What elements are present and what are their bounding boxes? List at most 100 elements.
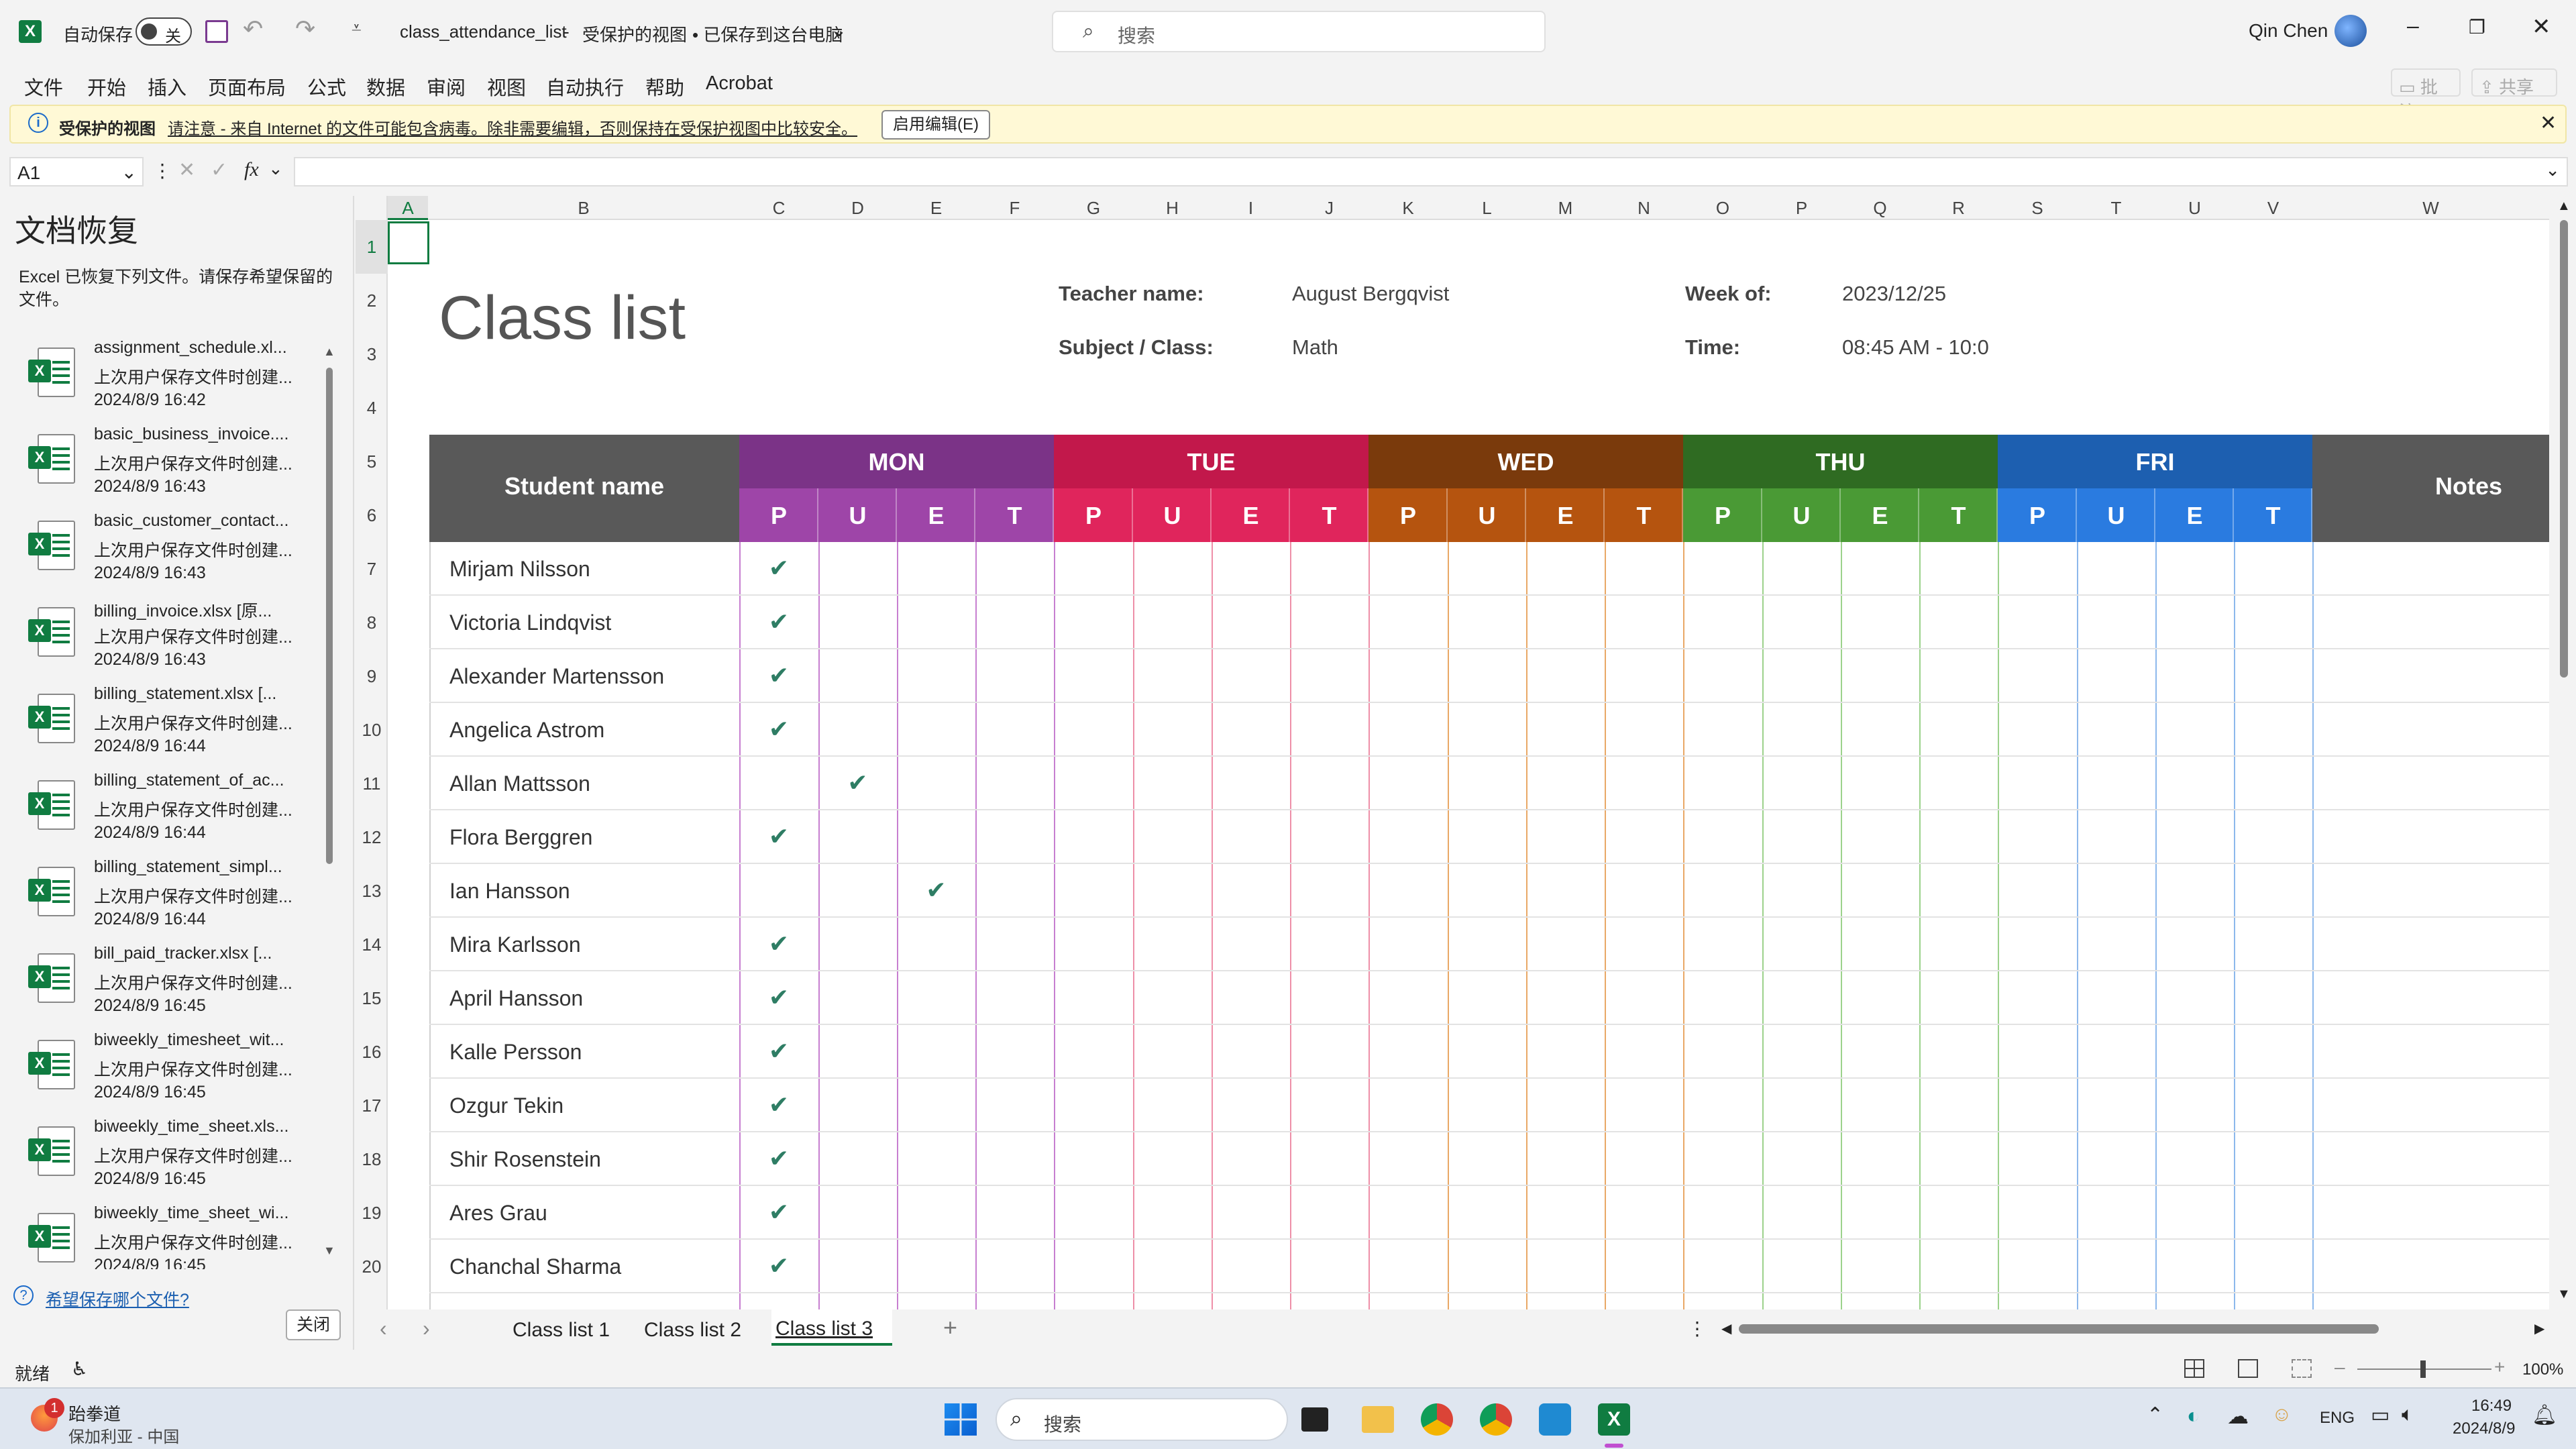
zoom-out-icon[interactable]: – — [2334, 1356, 2345, 1378]
attendance-check[interactable]: ✔ — [897, 876, 975, 904]
row-header[interactable]: 7 — [356, 542, 388, 596]
column-header[interactable]: B — [428, 196, 739, 220]
recovered-file-item[interactable]: Xbilling_statement.xlsx [... 上次用户保存文件时创建.… — [0, 684, 322, 770]
column-header[interactable]: J — [1290, 196, 1368, 220]
row-header[interactable]: 8 — [356, 596, 388, 649]
column-header[interactable]: A — [388, 196, 428, 220]
expand-formula-icon[interactable]: ⌄ — [2545, 160, 2560, 180]
row-header[interactable]: 9 — [356, 649, 388, 703]
menu-acrobat[interactable]: Acrobat — [706, 72, 773, 95]
chrome-icon[interactable] — [1421, 1403, 1453, 1436]
recovered-file-item[interactable]: Xbilling_invoice.xlsx [原... 上次用户保存文件时创建..… — [0, 598, 322, 684]
row-header[interactable]: 20 — [356, 1240, 388, 1293]
zoom-slider[interactable] — [2357, 1360, 2491, 1378]
notification-bell-icon[interactable]: 🔔︎ — [2532, 1403, 2557, 1427]
column-header[interactable]: O — [1683, 196, 1762, 220]
student-name[interactable]: Flora Berggren — [449, 825, 592, 850]
pane-scrollbar[interactable]: ▲ ▼ — [323, 345, 335, 1276]
student-name[interactable]: Allan Mattsson — [449, 771, 590, 796]
zoom-level[interactable]: 100% — [2522, 1360, 2563, 1379]
row-header[interactable]: 12 — [356, 810, 388, 864]
zoom-in-icon[interactable]: + — [2494, 1356, 2505, 1378]
row-header[interactable]: 18 — [356, 1132, 388, 1186]
redo-icon[interactable]: ↷ — [295, 15, 315, 43]
column-header[interactable]: K — [1368, 196, 1448, 220]
sheet-tab-1[interactable]: Class list 1 — [513, 1319, 610, 1342]
recovered-file-item[interactable]: Xassignment_schedule.xl... 上次用户保存文件时创建...… — [0, 338, 322, 424]
add-sheet-icon[interactable]: + — [943, 1313, 957, 1342]
column-header[interactable]: C — [739, 196, 818, 220]
recovered-file-item[interactable]: Xbiweekly_timesheet_wit... 上次用户保存文件时创建...… — [0, 1030, 322, 1116]
prev-sheet-icon[interactable]: ‹ — [380, 1316, 387, 1341]
task-view-icon[interactable] — [1301, 1407, 1328, 1432]
weather-widget[interactable]: 1 跆拳道 保加利亚 - 中国 — [24, 1398, 212, 1446]
tab-options-icon[interactable]: ⋮ — [1688, 1318, 1707, 1340]
close-icon[interactable]: ✕ — [2532, 13, 2551, 40]
recovered-file-item[interactable]: Xbiweekly_time_sheet.xls... 上次用户保存文件时创建..… — [0, 1117, 322, 1203]
avatar[interactable] — [2334, 15, 2367, 47]
student-name[interactable]: Ares Grau — [449, 1201, 547, 1226]
name-box[interactable]: A1 ⌄ — [9, 157, 144, 186]
attendance-check[interactable]: ✔ — [739, 822, 818, 851]
attendance-check[interactable]: ✔ — [739, 715, 818, 743]
search-box[interactable]: ⌕ 搜索 — [1052, 11, 1546, 52]
attendance-check[interactable]: ✔ — [739, 661, 818, 690]
recovered-file-item[interactable]: Xbilling_statement_simpl... 上次用户保存文件时创建..… — [0, 857, 322, 943]
attendance-check[interactable]: ✔ — [739, 1091, 818, 1119]
cancel-icon[interactable]: ✕ — [178, 158, 195, 182]
undo-icon[interactable]: ↶ — [243, 15, 263, 43]
attendance-check[interactable]: ✔ — [739, 1144, 818, 1173]
row-header[interactable]: 15 — [356, 971, 388, 1025]
column-header[interactable]: V — [2234, 196, 2312, 220]
scroll-up-icon[interactable]: ▲ — [323, 345, 335, 359]
vertical-scrollbar[interactable]: ▲ ▼ — [2551, 196, 2576, 1309]
row-header[interactable]: 3 — [356, 327, 388, 381]
menu-data[interactable]: 数据 — [366, 72, 405, 101]
student-name[interactable]: April Hansson — [449, 986, 583, 1011]
menu-home[interactable]: 开始 — [87, 72, 126, 101]
enter-icon[interactable]: ✓ — [211, 158, 227, 182]
recovered-file-item[interactable]: Xbilling_statement_of_ac... 上次用户保存文件时创建..… — [0, 771, 322, 857]
banner-message[interactable]: 请注意 - 来自 Internet 的文件可能包含病毒。除非需要编辑，否则保持在… — [168, 115, 857, 139]
row-header[interactable]: 17 — [356, 1079, 388, 1132]
menu-review[interactable]: 审阅 — [427, 72, 466, 101]
column-header[interactable]: T — [2077, 196, 2155, 220]
column-header[interactable]: L — [1448, 196, 1526, 220]
formula-input[interactable]: ⌄ — [294, 157, 2568, 186]
column-header[interactable]: S — [1998, 196, 2077, 220]
row-header[interactable]: 19 — [356, 1186, 388, 1240]
column-header[interactable]: U — [2155, 196, 2234, 220]
column-header[interactable]: F — [975, 196, 1054, 220]
recovered-file-item[interactable]: Xbasic_customer_contact... 上次用户保存文件时创建...… — [0, 511, 322, 597]
attendance-check[interactable]: ✔ — [739, 930, 818, 958]
volume-icon[interactable]: 🔈︎ — [2402, 1403, 2414, 1426]
edge-icon[interactable]: ◐ — [2187, 1403, 2200, 1428]
student-name[interactable]: Angelica Astrom — [449, 718, 604, 743]
share-button[interactable]: ⇪ 共享 ⌄ — [2471, 68, 2557, 119]
column-header[interactable]: E — [897, 196, 975, 220]
vscode-icon[interactable] — [1539, 1403, 1571, 1436]
help-link[interactable]: 希望保存哪个文件? — [46, 1287, 189, 1311]
file-explorer-icon[interactable] — [1362, 1406, 1394, 1433]
start-button[interactable] — [945, 1403, 977, 1436]
user-name[interactable]: Qin Chen — [2249, 20, 2328, 42]
row-header[interactable]: 14 — [356, 918, 388, 971]
student-name[interactable]: Mirjam Nilsson — [449, 557, 590, 582]
clock-time[interactable]: 16:49 — [2471, 1397, 2512, 1415]
onedrive-icon[interactable]: ☁ — [2227, 1403, 2249, 1429]
student-name[interactable]: Mira Karlsson — [449, 932, 581, 957]
menu-file[interactable]: 文件 — [24, 72, 63, 101]
spreadsheet-grid[interactable]: A B C D E F G H I J K L M N O P Q R S T U V W 1 2 3 4 5 6 7 8 9 10 11 12 13… — [356, 196, 2549, 1309]
menu-insert[interactable]: 插入 — [148, 72, 186, 101]
enable-editing-button[interactable]: 启用编辑(E) — [881, 110, 990, 140]
display-icon[interactable]: ▭ — [2371, 1403, 2390, 1427]
menu-help[interactable]: 帮助 — [645, 72, 684, 101]
zoom-slider-thumb[interactable] — [2420, 1360, 2426, 1378]
recovered-file-item[interactable]: Xbiweekly_time_sheet_wi... 上次用户保存文件时创建...… — [0, 1203, 322, 1269]
column-header[interactable]: Q — [1841, 196, 1919, 220]
page-break-view-icon[interactable] — [2292, 1359, 2312, 1378]
scroll-up-icon[interactable]: ▲ — [2557, 199, 2571, 214]
autosave-toggle[interactable]: 关 — [136, 17, 192, 46]
column-header[interactable]: H — [1133, 196, 1212, 220]
scroll-thumb[interactable] — [1739, 1324, 2379, 1334]
